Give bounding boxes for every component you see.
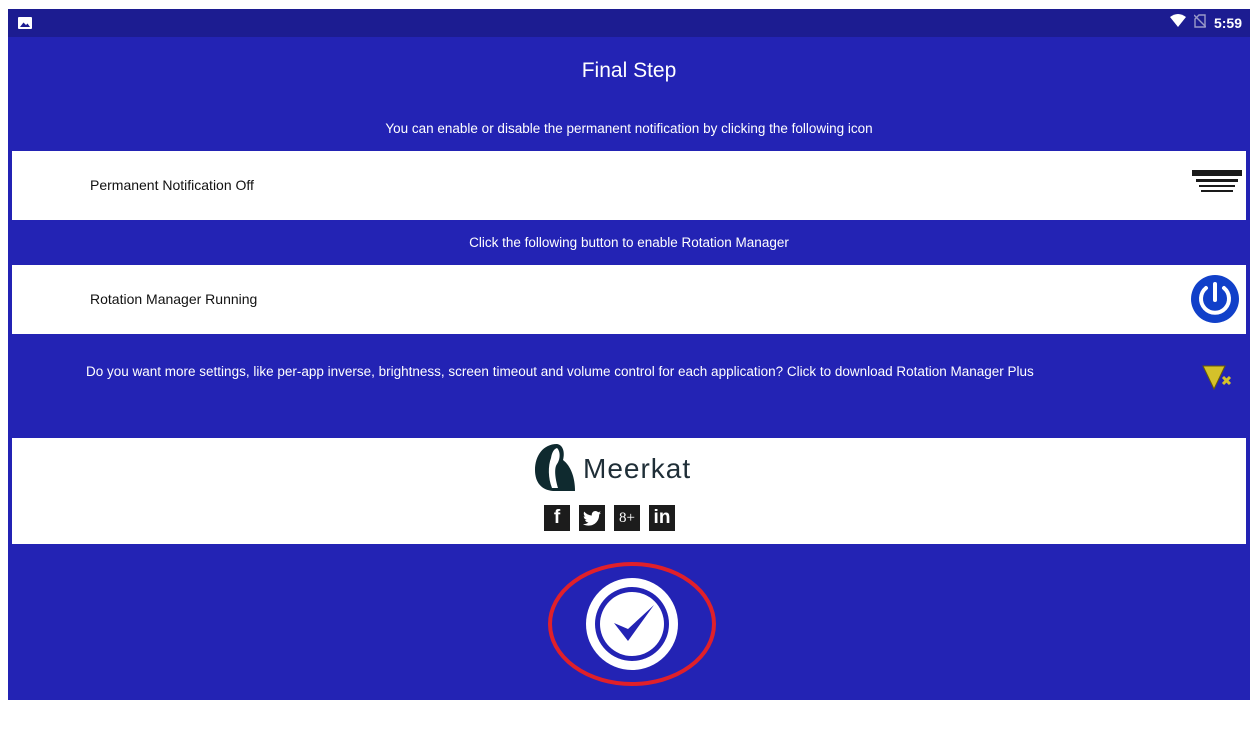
rotation-manager-row: Rotation Manager Running: [12, 265, 1246, 334]
rotation-caption: Click the following button to enable Rot…: [469, 235, 789, 250]
permanent-notification-row: Permanent Notification Off: [12, 151, 1246, 220]
wifi-icon: [1169, 13, 1186, 33]
download-plus-icon[interactable]: [1202, 365, 1238, 396]
linkedin-icon[interactable]: in: [649, 505, 675, 531]
google-plus-icon[interactable]: 8+: [614, 505, 640, 531]
meerkat-logo-icon: [533, 442, 579, 497]
meerkat-logo[interactable]: Meerkat: [533, 442, 692, 497]
twitter-icon[interactable]: [579, 505, 605, 531]
permanent-notification-label: Permanent Notification Off: [90, 177, 254, 193]
facebook-icon[interactable]: f: [544, 505, 570, 531]
page-title: Final Step: [581, 59, 677, 82]
app-screen: 5:59 Final Step You can enable or disabl…: [8, 9, 1250, 700]
status-clock: 5:59: [1213, 15, 1242, 31]
image-notification-icon: [18, 16, 32, 34]
meerkat-brand-name: Meerkat: [583, 453, 692, 484]
promo-text[interactable]: Do you want more settings, like per-app …: [86, 364, 1181, 380]
no-sim-icon: [1193, 13, 1207, 33]
social-links: f 8+ in: [544, 505, 675, 531]
status-indicators: 5:59: [1169, 13, 1242, 33]
power-icon[interactable]: [1190, 274, 1240, 329]
notification-toggle-icon[interactable]: [1192, 170, 1242, 205]
brand-area: Meerkat f 8+ in: [12, 438, 1246, 544]
status-bar: 5:59: [8, 9, 1250, 37]
notification-caption: You can enable or disable the permanent …: [385, 121, 873, 136]
rotation-manager-label: Rotation Manager Running: [90, 291, 258, 307]
done-button[interactable]: [546, 561, 718, 689]
